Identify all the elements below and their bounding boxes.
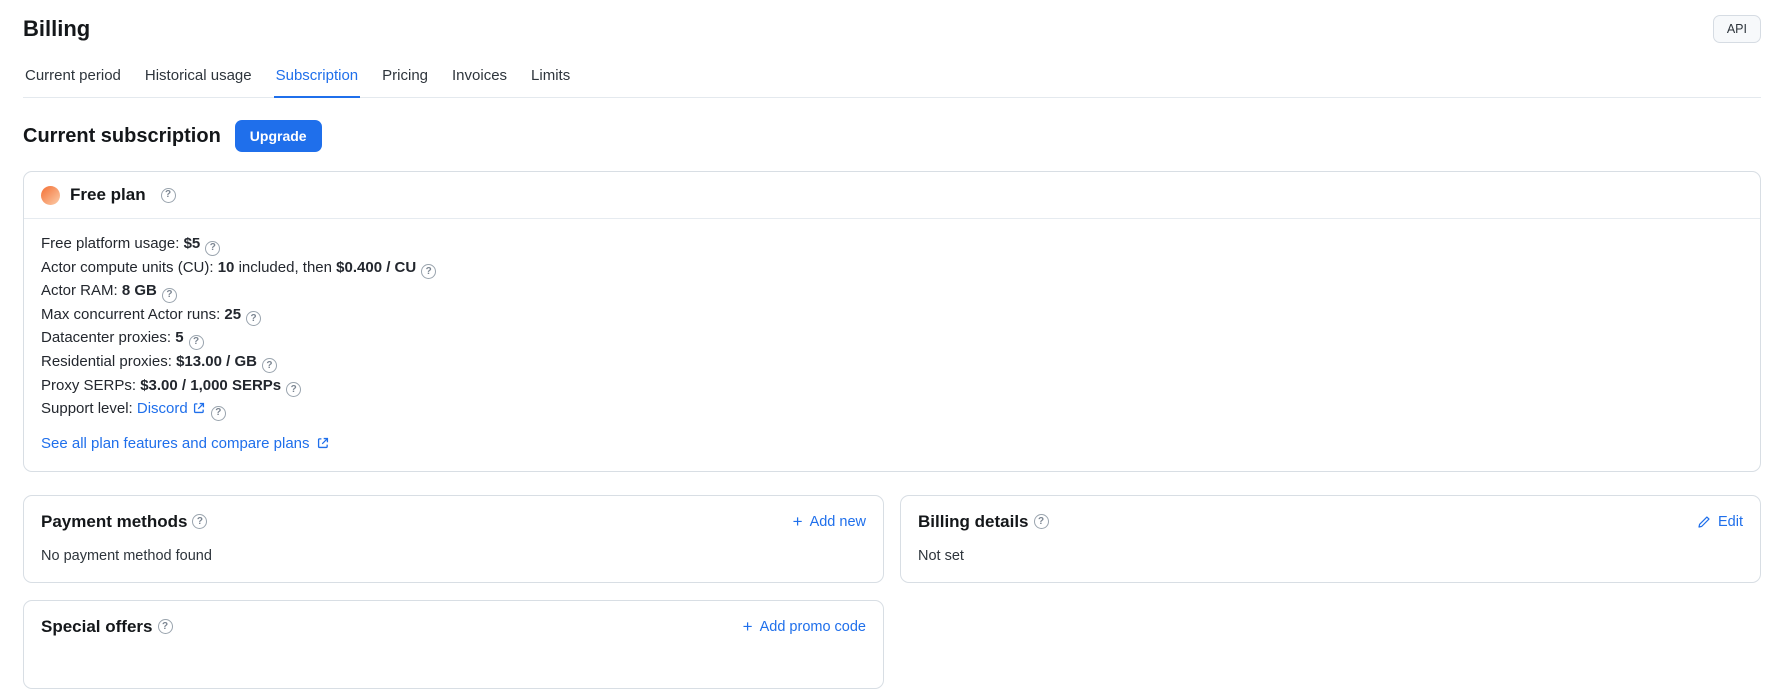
feature-text: Free platform usage: (41, 235, 184, 252)
billing-details-card: Billing details ? Edit Not set (900, 495, 1761, 583)
feature-text: $5 (184, 235, 201, 252)
tab-current-period[interactable]: Current period (23, 60, 123, 97)
feature-text: Proxy SERPs: (41, 377, 140, 394)
feature-text: 8 GB (122, 282, 157, 299)
feature-text: included, then (234, 259, 336, 276)
tab-historical-usage[interactable]: Historical usage (143, 60, 254, 97)
feature-text: 10 (218, 259, 235, 276)
payment-methods-header: Payment methods ? + Add new (41, 512, 866, 532)
plan-feature-row: Free platform usage: $5? (41, 232, 1743, 256)
help-icon[interactable]: ? (161, 188, 176, 203)
tab-pricing[interactable]: Pricing (380, 60, 430, 97)
payment-methods-empty-text: No payment method found (41, 548, 866, 564)
tab-subscription[interactable]: Subscription (274, 60, 361, 98)
plan-card-header: Free plan ? (24, 172, 1760, 219)
feature-text: $0.400 / CU (336, 259, 416, 276)
billing-details-empty-text: Not set (918, 548, 1743, 564)
feature-text: Actor compute units (CU): (41, 259, 218, 276)
page-header: Billing API (23, 0, 1761, 43)
billing-details-title: Billing details (918, 512, 1029, 532)
compare-plans-label: See all plan features and compare plans (41, 435, 310, 452)
help-icon[interactable]: ? (262, 358, 277, 373)
edit-label: Edit (1718, 514, 1743, 530)
payment-methods-title: Payment methods (41, 512, 187, 532)
plan-icon (41, 186, 60, 205)
tab-invoices[interactable]: Invoices (450, 60, 509, 97)
help-icon[interactable]: ? (205, 241, 220, 256)
help-icon[interactable]: ? (246, 311, 261, 326)
special-offers-header: Special offers ? + Add promo code (41, 617, 866, 637)
plan-card-body: Free platform usage: $5?Actor compute un… (24, 219, 1760, 471)
plan-feature-row: Residential proxies: $13.00 / GB? (41, 350, 1743, 374)
add-new-label: Add new (810, 514, 866, 530)
payment-methods-card: Payment methods ? + Add new No payment m… (23, 495, 884, 583)
feature-text: 25 (224, 306, 241, 323)
plan-feature-row: Support level: Discord ? (41, 397, 1743, 421)
edit-button[interactable]: Edit (1693, 514, 1743, 530)
plan-feature-row: Datacenter proxies: 5? (41, 326, 1743, 350)
pencil-icon (1697, 515, 1711, 529)
compare-plans-link[interactable]: See all plan features and compare plans (41, 435, 330, 452)
help-icon[interactable]: ? (158, 619, 173, 634)
plan-title: Free plan (70, 185, 146, 205)
feature-text: Datacenter proxies: (41, 329, 175, 346)
plan-feature-row: Actor RAM: 8 GB? (41, 279, 1743, 303)
plan-card: Free plan ? Free platform usage: $5?Acto… (23, 171, 1761, 472)
external-link-icon (192, 401, 206, 415)
feature-text: $13.00 / GB (176, 353, 257, 370)
section-title: Current subscription (23, 125, 221, 148)
bottom-cards-row: Payment methods ? + Add new No payment m… (23, 495, 1761, 583)
feature-text: 5 (175, 329, 183, 346)
plan-features-list: Free platform usage: $5?Actor compute un… (41, 232, 1743, 421)
add-new-button[interactable]: + Add new (793, 513, 866, 530)
current-subscription-section: Current subscription Upgrade (23, 120, 1761, 152)
help-icon[interactable]: ? (189, 335, 204, 350)
feature-text: Support level: (41, 400, 137, 417)
plus-icon: + (743, 618, 753, 635)
add-promo-code-button[interactable]: + Add promo code (743, 618, 866, 635)
help-icon[interactable]: ? (162, 288, 177, 303)
help-icon[interactable]: ? (211, 406, 226, 421)
plan-feature-row: Max concurrent Actor runs: 25? (41, 303, 1743, 327)
plan-feature-row: Actor compute units (CU): 10 included, t… (41, 256, 1743, 280)
plus-icon: + (793, 513, 803, 530)
help-icon[interactable]: ? (1034, 514, 1049, 529)
help-icon[interactable]: ? (286, 382, 301, 397)
page-title: Billing (23, 16, 90, 42)
special-offers-card: Special offers ? + Add promo code (23, 600, 884, 689)
upgrade-button[interactable]: Upgrade (235, 120, 322, 152)
api-button[interactable]: API (1713, 15, 1761, 43)
feature-text: $3.00 / 1,000 SERPs (140, 377, 281, 394)
feature-text: Residential proxies: (41, 353, 176, 370)
tab-limits[interactable]: Limits (529, 60, 572, 97)
billing-details-header: Billing details ? Edit (918, 512, 1743, 532)
discord-link[interactable]: Discord (137, 400, 188, 417)
feature-text: Max concurrent Actor runs: (41, 306, 224, 323)
special-offers-title: Special offers (41, 617, 153, 637)
tab-bar: Current period Historical usage Subscripti… (23, 60, 1761, 98)
external-link-icon (316, 436, 330, 450)
feature-text: Actor RAM: (41, 282, 122, 299)
plan-feature-row: Proxy SERPs: $3.00 / 1,000 SERPs? (41, 374, 1743, 398)
add-promo-code-label: Add promo code (760, 619, 866, 635)
help-icon[interactable]: ? (421, 264, 436, 279)
help-icon[interactable]: ? (192, 514, 207, 529)
